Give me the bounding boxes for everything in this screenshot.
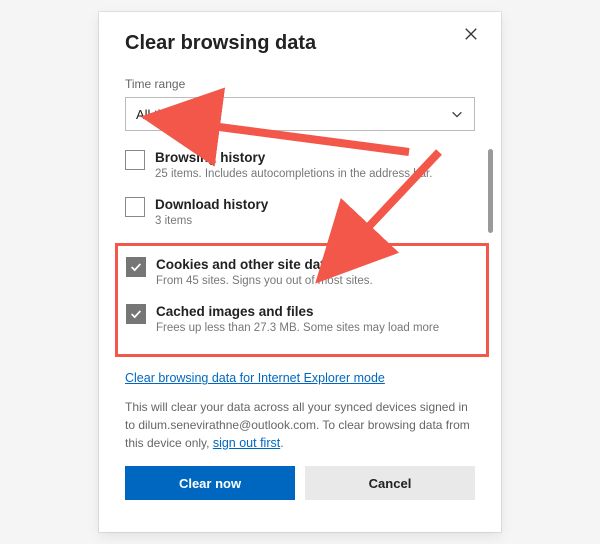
time-range-label: Time range [125, 77, 475, 91]
option-cookies: Cookies and other site data From 45 site… [126, 256, 478, 289]
checkmark-icon [129, 307, 143, 321]
sign-out-link[interactable]: sign out first [213, 436, 280, 450]
option-name: Cached images and files [156, 303, 439, 321]
option-cached: Cached images and files Frees up less th… [126, 303, 478, 336]
chevron-down-icon [450, 107, 464, 121]
close-button[interactable] [461, 24, 481, 44]
options-list: Browsing history 25 items. Includes auto… [125, 149, 475, 357]
option-desc: Frees up less than 27.3 MB. Some sites m… [156, 321, 439, 337]
checkbox-cached[interactable] [126, 304, 146, 324]
option-name: Browsing history [155, 149, 432, 167]
ie-mode-link[interactable]: Clear browsing data for Internet Explore… [125, 371, 385, 385]
option-desc: 3 items [155, 214, 268, 230]
dialog-title: Clear browsing data [125, 32, 475, 55]
clear-browsing-data-dialog: Clear browsing data Time range All time … [99, 12, 501, 532]
scrollbar[interactable] [488, 149, 493, 233]
checkmark-icon [129, 260, 143, 274]
checkbox-cookies[interactable] [126, 257, 146, 277]
annotation-highlight-box: Cookies and other site data From 45 site… [115, 243, 489, 357]
dialog-buttons: Clear now Cancel [125, 466, 475, 500]
time-range-select[interactable]: All time [125, 97, 475, 131]
checkbox-download-history[interactable] [125, 197, 145, 217]
footer-end: . [280, 436, 283, 450]
option-desc: From 45 sites. Signs you out of most sit… [156, 274, 373, 290]
cancel-button[interactable]: Cancel [305, 466, 475, 500]
time-range-value: All time [136, 107, 179, 122]
option-name: Cookies and other site data [156, 256, 373, 274]
footer-email: dilum.senevirathne@outlook.com [138, 418, 316, 432]
close-icon [464, 27, 478, 41]
option-desc: 25 items. Includes autocompletions in th… [155, 167, 432, 183]
option-download-history: Download history 3 items [125, 196, 475, 229]
checkbox-browsing-history[interactable] [125, 150, 145, 170]
footer-text: This will clear your data across all you… [125, 399, 475, 452]
option-browsing-history: Browsing history 25 items. Includes auto… [125, 149, 475, 182]
option-name: Download history [155, 196, 268, 214]
clear-now-button[interactable]: Clear now [125, 466, 295, 500]
